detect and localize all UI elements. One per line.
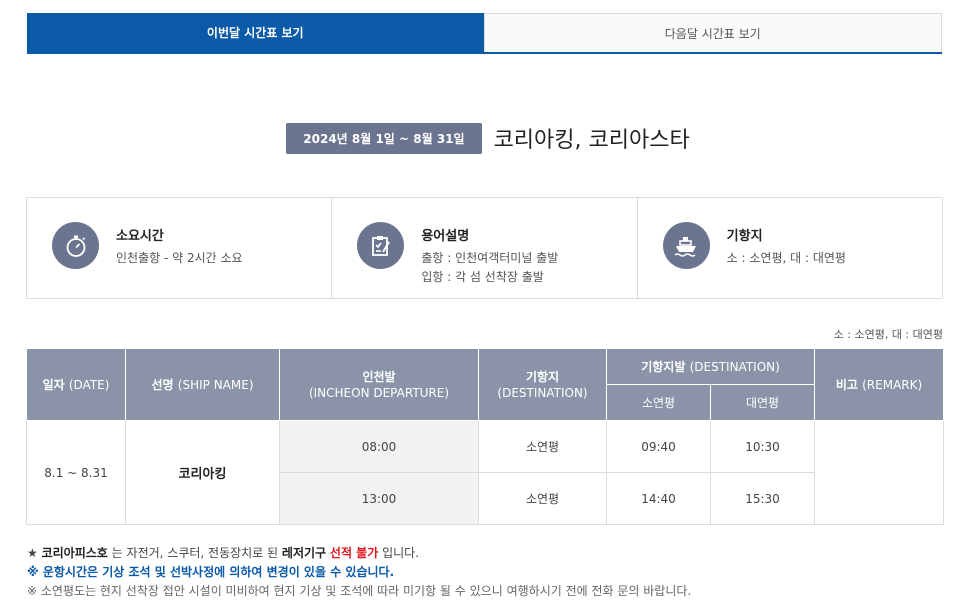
cell-date: 8.1 ~ 8.31	[26, 420, 126, 525]
header-destination: 기항지 (DESTINATION)	[478, 348, 607, 421]
info-duration: 소요시간 인천출항 - 약 2시간 소요	[27, 198, 333, 298]
cell-so-time: 09:40	[606, 420, 711, 473]
table-row: 8.1 ~ 8.31 코리아킹 08:00 소연평 09:40 10:30	[26, 420, 945, 525]
header-so: 소연평	[606, 384, 711, 421]
header-ship: 선명 (SHIP NAME)	[125, 348, 280, 421]
info-terms-title: 용어설명	[421, 229, 470, 244]
header-incheon-departure: 인천발 (INCHEON DEPARTURE)	[279, 348, 479, 421]
ship-icon	[662, 222, 710, 269]
info-duration-title: 소요시간	[116, 229, 164, 244]
clipboard-check-icon	[357, 222, 405, 269]
header-dae: 대연평	[709, 384, 816, 421]
period-badge: 2024년 8월 1일 ~ 8월 31일	[286, 122, 482, 154]
info-port-text: 소 : 소연평, 대 : 대연평	[726, 251, 846, 265]
info-port-title: 기항지	[726, 229, 763, 244]
timetable: 일자 (DATE) 선명 (SHIP NAME) 인천발 (INCHEON DEP…	[26, 348, 945, 525]
stopwatch-icon	[52, 222, 99, 269]
cell-destination: 소연평	[478, 420, 607, 473]
info-terms: 용어설명 출항 : 인천여객터미널 출발 입항 : 각 섬 선착장 출발	[332, 198, 638, 298]
note-soyeonpyeong: ※ 소연평도는 현지 선착장 접안 시설이 미비하여 현지 기상 및 조석에 따…	[27, 584, 692, 598]
cell-ship: 코리아킹	[125, 420, 280, 525]
cell-destination: 소연평	[478, 472, 607, 525]
info-terms-arrival: 입항 : 각 섬 선착장 출발	[421, 270, 544, 284]
page-title: 코리아킹, 코리아스타	[493, 128, 690, 153]
info-port: 기항지 소 : 소연평, 대 : 대연평	[638, 198, 942, 298]
cell-dae-time: 15:30	[709, 472, 816, 525]
header-destination-departure: 기항지발 (DESTINATION)	[605, 348, 816, 385]
cell-dae-time: 10:30	[709, 420, 816, 473]
cell-departure: 13:00	[279, 472, 479, 525]
info-panel: 소요시간 인천출항 - 약 2시간 소요 용어설명 출항 : 인천여객터미널 출…	[26, 197, 943, 299]
cell-departure: 08:00	[279, 420, 479, 473]
legend-note: 소 : 소연평, 대 : 대연평	[833, 328, 943, 341]
note-leisure: ★ 코리아피스호 는 자전거, 스쿠터, 전동장치로 된 레저기구 선적 불가 …	[27, 546, 420, 560]
info-terms-departure: 출항 : 인천여객터미널 출발	[421, 251, 559, 265]
notes: ★ 코리아피스호 는 자전거, 스쿠터, 전동장치로 된 레저기구 선적 불가 …	[27, 544, 691, 601]
header-date: 일자 (DATE)	[26, 348, 126, 421]
tab-next-month[interactable]: 다음달 시간표 보기	[483, 13, 942, 52]
tab-this-month[interactable]: 이번달 시간표 보기	[27, 13, 484, 52]
header-remark: 비고 (REMARK)	[814, 348, 945, 421]
note-schedule-change: ※ 운항시간은 기상 조석 및 선박사정에 의하여 변경이 있을 수 있습니다.	[27, 565, 395, 579]
timetable-tabs: 이번달 시간표 보기 다음달 시간표 보기	[27, 13, 942, 54]
cell-remark	[814, 420, 945, 525]
period-heading: 2024년 8월 1일 ~ 8월 31일 코리아킹, 코리아스타	[0, 122, 976, 154]
cell-so-time: 14:40	[606, 472, 711, 525]
info-duration-text: 인천출항 - 약 2시간 소요	[116, 251, 243, 265]
